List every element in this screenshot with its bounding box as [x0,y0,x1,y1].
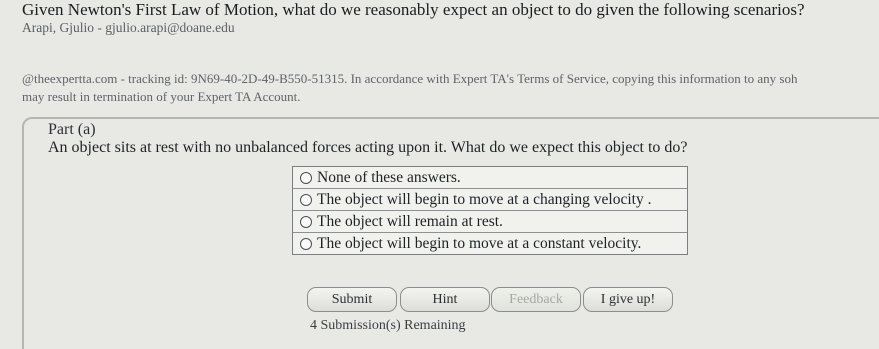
choice-constant-velocity[interactable]: The object will begin to move at a const… [293,232,687,254]
choice-label: The object will begin to move at a const… [317,235,642,252]
choice-remain-at-rest[interactable]: The object will remain at rest. [293,210,687,232]
author-line: Arapi, Gjulio - gjulio.arapi@doane.edu [22,20,235,35]
choice-none[interactable]: None of these answers. [293,167,687,188]
choice-label: None of these answers. [317,169,461,186]
give-up-button[interactable]: I give up! [583,287,673,312]
answer-choices: None of these answers. The object will b… [292,166,688,255]
question-title: Given Newton's First Law of Motion, what… [22,0,805,19]
submit-button[interactable]: Submit [307,287,397,312]
radio-button[interactable] [300,237,312,250]
feedback-button[interactable]: Feedback [491,287,581,312]
tracking-line-2: may result in termination of your Expert… [22,89,301,104]
radio-button[interactable] [300,171,312,184]
choice-changing-velocity[interactable]: The object will begin to move at a chang… [293,188,687,210]
choice-label: The object will begin to move at a chang… [317,191,652,208]
tracking-line-1: @theexpertta.com - tracking id: 9N69-40-… [22,71,798,86]
part-question: An object sits at rest with no unbalance… [48,139,688,156]
tracking-notice: @theexpertta.com - tracking id: 9N69-40-… [22,70,879,106]
part-label: Part (a) [48,121,96,138]
radio-button[interactable] [300,215,312,228]
hint-button[interactable]: Hint [400,287,490,312]
choice-label: The object will remain at rest. [317,213,503,230]
radio-button[interactable] [300,193,312,206]
